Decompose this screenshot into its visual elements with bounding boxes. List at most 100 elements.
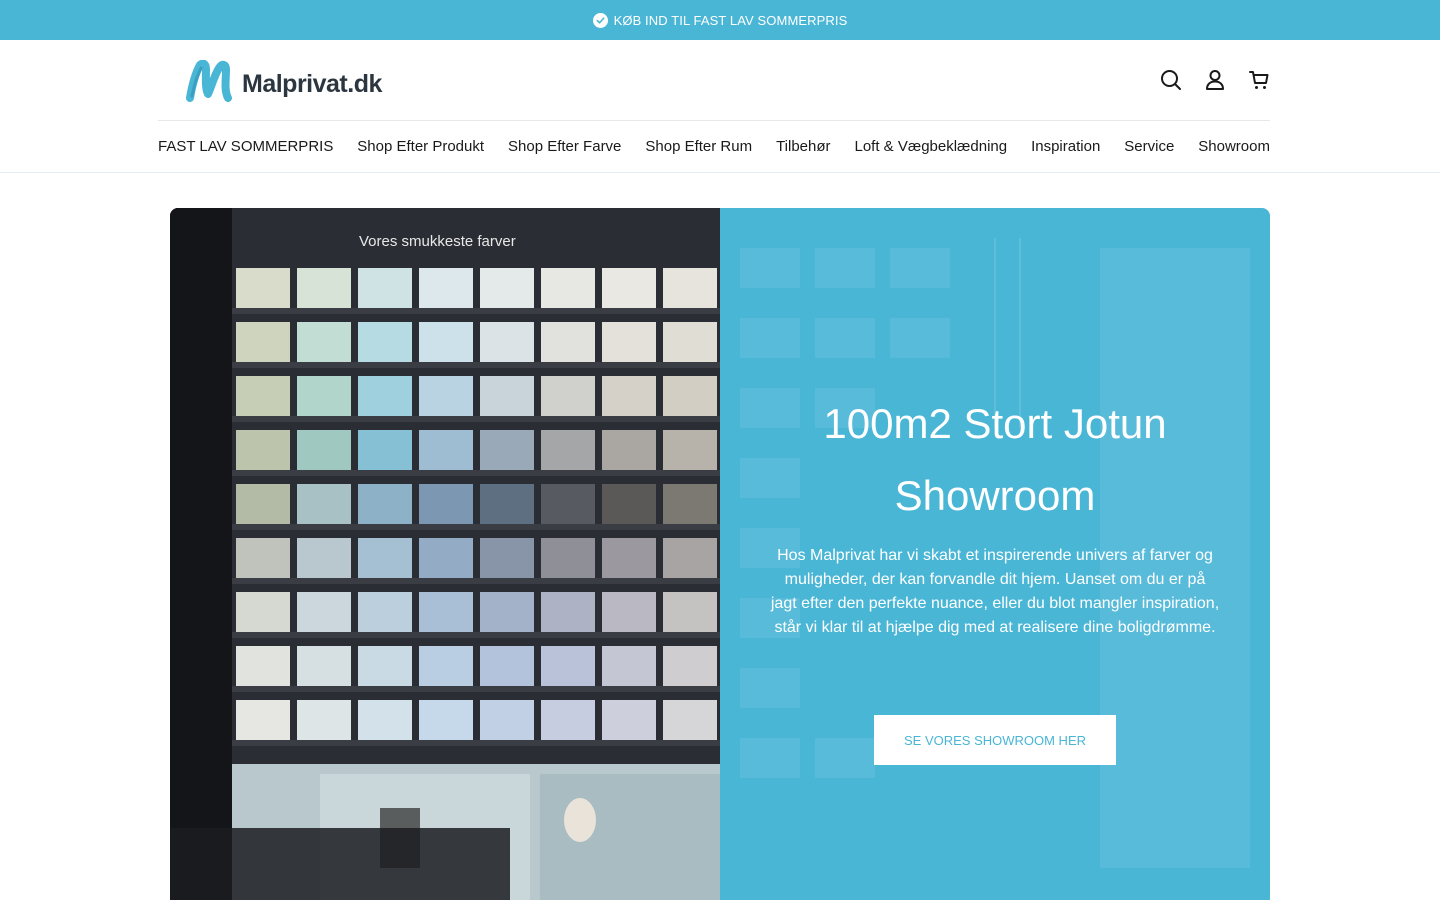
- paint-swatch-card: [480, 376, 534, 416]
- nav-item-showroom[interactable]: Showroom: [1198, 138, 1270, 155]
- paint-swatch-card: [236, 430, 290, 470]
- paint-swatch-card: [236, 376, 290, 416]
- nav-item-service[interactable]: Service: [1124, 138, 1174, 155]
- paint-swatch-card: [297, 376, 351, 416]
- paint-swatch-card: [541, 430, 595, 470]
- paint-swatch-card: [541, 538, 595, 578]
- paint-swatch-card: [663, 646, 717, 686]
- paint-swatch-wall-image: Vores smukkeste farver: [170, 208, 720, 900]
- hero-section: Vores smukkeste farver 100m2 Stort Jotun…: [170, 208, 1270, 900]
- paint-swatch-card: [419, 538, 473, 578]
- paint-swatch-card: [480, 322, 534, 362]
- paint-swatch-card: [541, 484, 595, 524]
- paint-swatch-card: [419, 322, 473, 362]
- shelf: [232, 470, 720, 476]
- paint-swatch-card: [480, 700, 534, 740]
- hero-title: 100m2 Stort Jotun Showroom: [823, 400, 1167, 519]
- paint-swatch-card: [663, 376, 717, 416]
- paint-swatch-card: [297, 646, 351, 686]
- paint-swatch-card: [663, 430, 717, 470]
- shelf: [232, 362, 720, 368]
- paint-swatch-card: [358, 484, 412, 524]
- showroom-photo: Vores smukkeste farver: [170, 208, 720, 900]
- nav-item-inspiration[interactable]: Inspiration: [1031, 138, 1100, 155]
- paint-swatch-card: [297, 592, 351, 632]
- paint-swatch-card: [236, 646, 290, 686]
- header-icons: [1160, 67, 1270, 93]
- paint-swatch-card: [297, 268, 351, 308]
- paint-swatch-card: [602, 376, 656, 416]
- paint-swatch-card: [663, 484, 717, 524]
- paint-swatch-card: [236, 700, 290, 740]
- check-circle-icon: [592, 12, 608, 28]
- paint-swatch-card: [419, 430, 473, 470]
- paint-swatch-card: [297, 700, 351, 740]
- paint-swatch-card: [480, 646, 534, 686]
- paint-swatch-card: [602, 646, 656, 686]
- shelf: [232, 524, 720, 530]
- shelf: [232, 686, 720, 692]
- paint-swatch-card: [419, 484, 473, 524]
- paint-swatch-card: [297, 484, 351, 524]
- paint-swatch-card: [358, 538, 412, 578]
- paint-swatch-card: [358, 592, 412, 632]
- paint-swatch-card: [358, 376, 412, 416]
- nav-item-tilbehor[interactable]: Tilbehør: [776, 138, 830, 155]
- paint-swatch-card: [480, 484, 534, 524]
- cart-icon[interactable]: [1248, 67, 1270, 93]
- site-header: Malprivat.dk FAST LAV SOMMERPRIS Shop Ef…: [0, 40, 1440, 173]
- image-sign-text: Vores smukkeste farver: [359, 233, 516, 250]
- paint-swatch-card: [358, 322, 412, 362]
- paint-swatch-card: [602, 268, 656, 308]
- paint-swatch-card: [541, 700, 595, 740]
- paint-swatch-card: [663, 592, 717, 632]
- paint-swatch-card: [602, 700, 656, 740]
- nav-item-shop-efter-rum[interactable]: Shop Efter Rum: [645, 138, 752, 155]
- paint-swatch-card: [419, 376, 473, 416]
- paint-swatch-card: [358, 700, 412, 740]
- paint-swatch-card: [541, 646, 595, 686]
- search-icon[interactable]: [1160, 67, 1182, 93]
- paint-swatch-card: [419, 700, 473, 740]
- paint-swatch-card: [480, 538, 534, 578]
- paint-swatch-card: [236, 268, 290, 308]
- main-nav: FAST LAV SOMMERPRIS Shop Efter Produkt S…: [158, 121, 1270, 171]
- paint-swatch-card: [602, 484, 656, 524]
- paint-swatch-card: [297, 538, 351, 578]
- paint-swatch-card: [480, 268, 534, 308]
- nav-item-shop-efter-farve[interactable]: Shop Efter Farve: [508, 138, 621, 155]
- paint-swatch-card: [602, 592, 656, 632]
- logo-text-main: Malprivat: [242, 69, 348, 98]
- paint-swatch-card: [663, 322, 717, 362]
- paint-swatch-card: [236, 538, 290, 578]
- paint-swatch-card: [480, 592, 534, 632]
- paint-swatch-card: [663, 268, 717, 308]
- paint-swatch-card: [480, 430, 534, 470]
- announcement-text: KØB IND TIL FAST LAV SOMMERPRIS: [613, 12, 848, 28]
- paint-swatch-card: [358, 430, 412, 470]
- paint-swatch-card: [419, 268, 473, 308]
- hero-description: Hos Malprivat har vi skabt et inspireren…: [770, 547, 1220, 636]
- shelf: [232, 578, 720, 584]
- nav-item-loft-vaegbeklaedning[interactable]: Loft & Vægbeklædning: [855, 138, 1008, 155]
- paint-swatch-card: [358, 268, 412, 308]
- paint-swatch-card: [541, 322, 595, 362]
- paint-swatch-card: [663, 538, 717, 578]
- logo-text: Malprivat.dk: [242, 70, 382, 99]
- paint-swatch-card: [541, 268, 595, 308]
- nav-item-shop-efter-produkt[interactable]: Shop Efter Produkt: [357, 138, 484, 155]
- paint-swatch-card: [602, 538, 656, 578]
- shelf: [232, 740, 720, 746]
- paint-swatch-card: [541, 592, 595, 632]
- paint-swatch-card: [419, 592, 473, 632]
- site-logo[interactable]: Malprivat.dk: [186, 60, 382, 102]
- paint-swatch-card: [602, 430, 656, 470]
- paint-swatch-card: [236, 592, 290, 632]
- paint-swatch-card: [358, 646, 412, 686]
- paint-swatch-card: [419, 646, 473, 686]
- paint-swatch-card: [602, 322, 656, 362]
- see-showroom-button[interactable]: SE VORES SHOWROOM HER: [874, 715, 1116, 765]
- account-icon[interactable]: [1204, 67, 1226, 93]
- nav-item-fast-lav-sommerpris[interactable]: FAST LAV SOMMERPRIS: [158, 138, 333, 155]
- paint-swatch-card: [663, 700, 717, 740]
